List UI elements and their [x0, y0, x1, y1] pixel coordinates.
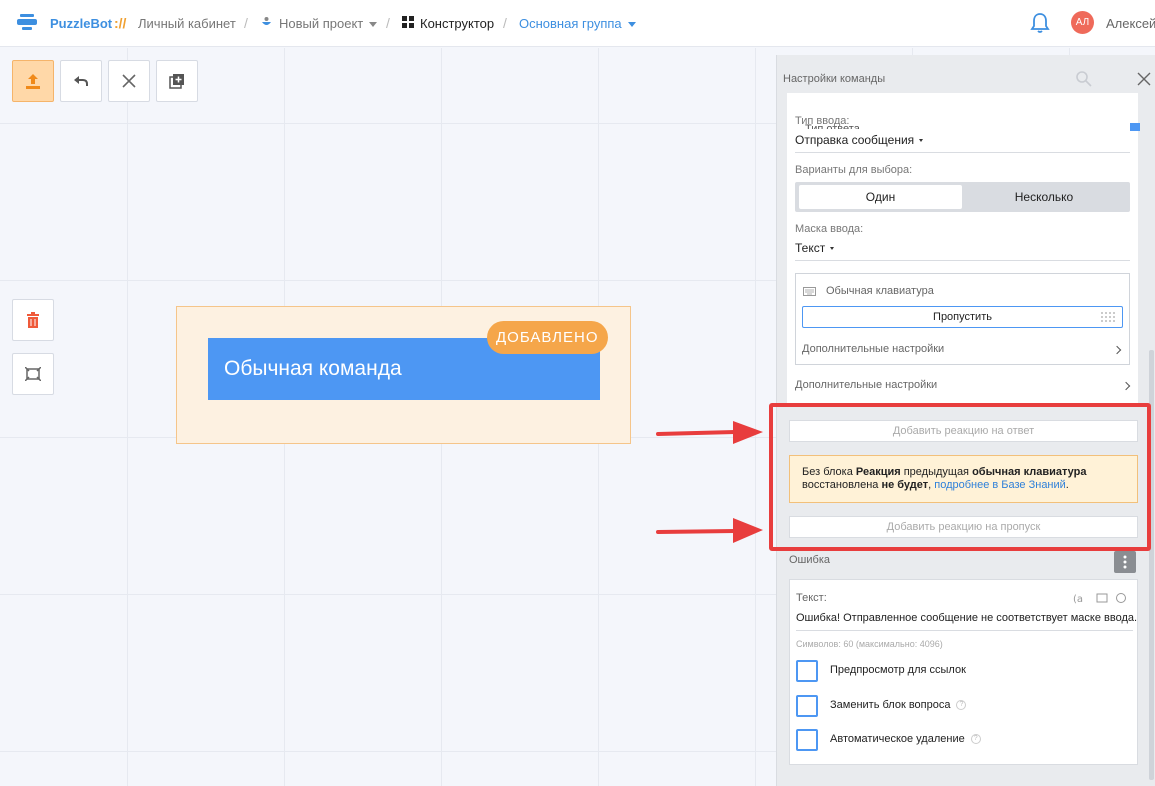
breadcrumb-group[interactable]: Основная группа: [519, 16, 636, 31]
grid-icon: [402, 16, 414, 28]
error-section-title: Ошибка: [789, 554, 830, 566]
mask-label: Маска ввода:: [795, 223, 864, 235]
drag-handle-icon[interactable]: [1100, 311, 1116, 323]
replace-question-text: Заменить блок вопроса: [830, 699, 951, 711]
chevron-down-icon: [830, 247, 835, 251]
breadcrumb-separator: /: [503, 15, 507, 31]
fit-screen-icon: [25, 367, 41, 381]
add-block-icon: [169, 74, 184, 89]
chevron-down-icon: [369, 22, 378, 28]
auto-delete-checkbox[interactable]: [796, 729, 818, 751]
divider: [795, 152, 1130, 153]
input-type-value: Отправка сообщения: [795, 133, 915, 147]
breadcrumb-constructor[interactable]: Конструктор: [420, 16, 494, 31]
mask-select[interactable]: Текст: [795, 241, 835, 255]
input-type-label: Тип ввода:: [795, 115, 850, 127]
preview-links-checkbox[interactable]: [796, 660, 818, 682]
user-name[interactable]: Алексей: [1106, 16, 1155, 31]
character-counter: Символов: 60 (максимально: 4096): [796, 639, 943, 649]
auto-delete-label: Автоматическое удаление?: [830, 733, 981, 745]
breadcrumb-separator: /: [386, 15, 390, 31]
fit-screen-button[interactable]: [12, 353, 54, 395]
bell-icon[interactable]: [1030, 12, 1050, 34]
trash-icon: [27, 312, 39, 328]
more-settings-link[interactable]: Дополнительные настройки: [795, 379, 937, 391]
upload-button[interactable]: [12, 60, 54, 102]
breadcrumb-project-label: Новый проект: [279, 16, 364, 31]
choice-toggle: Один Несколько: [795, 182, 1130, 212]
text-tools-icon[interactable]: (a: [1073, 592, 1133, 604]
keyboard-more-settings[interactable]: Дополнительные настройки: [802, 343, 944, 355]
replace-question-label: Заменить блок вопроса?: [830, 699, 967, 711]
highlight-annotation-frame: [769, 403, 1151, 551]
keyboard-icon: [803, 287, 816, 296]
search-icon[interactable]: [1075, 70, 1093, 88]
upload-icon: [26, 74, 40, 89]
input-type-select[interactable]: Отправка сообщения: [795, 133, 924, 147]
breadcrumb-dashboard[interactable]: Личный кабинет: [138, 16, 236, 31]
panel-title: Настройки команды: [783, 73, 886, 85]
puzzlebot-logo-icon[interactable]: [16, 11, 38, 33]
avatar[interactable]: АЛ: [1071, 11, 1094, 34]
skip-button[interactable]: Пропустить: [802, 306, 1123, 328]
breadcrumb-group-label: Основная группа: [519, 16, 622, 31]
arrow-annotation-icon: [656, 421, 763, 444]
delete-button[interactable]: [12, 299, 54, 341]
close-icon: [122, 74, 136, 88]
command-node-container[interactable]: Обычная команда ДОБАВЛЕНО: [176, 306, 631, 444]
top-bar: PuzzleBot :// Личный кабинет / Новый про…: [0, 0, 1155, 47]
error-menu-button[interactable]: [1114, 551, 1136, 573]
choice-many-option[interactable]: Несколько: [962, 185, 1126, 209]
divider: [796, 630, 1133, 631]
chevron-down-icon: [627, 22, 636, 28]
keyboard-block: Обычная клавиатура Пропустить Дополнител…: [795, 273, 1130, 365]
error-message-card: Текст: (a Ошибка! Отправленное сообщение…: [789, 579, 1138, 765]
brand-name[interactable]: PuzzleBot: [50, 16, 112, 31]
brand-separator: ://: [114, 15, 127, 31]
auto-delete-text: Автоматическое удаление: [830, 733, 965, 745]
divider: [795, 260, 1130, 261]
error-text-label: Текст:: [796, 592, 827, 604]
more-vertical-icon: [1123, 555, 1127, 569]
chevron-right-icon[interactable]: [1112, 345, 1122, 355]
help-icon[interactable]: ?: [970, 734, 981, 745]
svg-text:(a: (a: [1073, 594, 1083, 604]
copy-icon[interactable]: [1130, 123, 1140, 131]
help-icon[interactable]: ?: [956, 700, 967, 711]
mask-value: Текст: [795, 241, 826, 255]
undo-icon: [74, 76, 88, 86]
choice-one-option[interactable]: Один: [799, 185, 962, 209]
choice-label: Варианты для выбора:: [795, 164, 913, 176]
input-settings-card: Тип ответа Тип ввода: Отправка сообщения…: [787, 93, 1140, 403]
undo-button[interactable]: [60, 60, 102, 102]
project-icon: [262, 17, 271, 25]
added-badge: ДОБАВЛЕНО: [487, 321, 608, 354]
replace-question-checkbox[interactable]: [796, 695, 818, 717]
add-block-button[interactable]: [156, 60, 198, 102]
breadcrumb-separator: /: [244, 15, 248, 31]
preview-links-label: Предпросмотр для ссылок: [830, 664, 966, 676]
close-panel-icon[interactable]: [1136, 71, 1152, 87]
error-text-value[interactable]: Ошибка! Отправленное сообщение не соотве…: [796, 612, 1137, 624]
skip-button-label: Пропустить: [933, 311, 992, 323]
chevron-down-icon: [919, 139, 924, 143]
breadcrumb-project[interactable]: Новый проект: [279, 16, 378, 31]
keyboard-title: Обычная клавиатура: [826, 285, 934, 297]
arrow-annotation-icon: [656, 518, 763, 543]
close-button[interactable]: [108, 60, 150, 102]
